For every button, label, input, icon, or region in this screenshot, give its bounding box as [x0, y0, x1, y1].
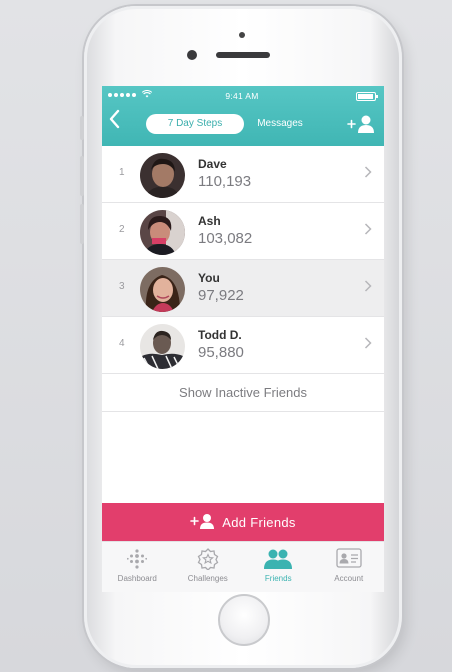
bottom-tab-bar: Dashboard Challenges Friends Account [102, 541, 384, 592]
friend-name: Dave [198, 157, 227, 171]
rank-number: 1 [119, 167, 125, 178]
tab-label: Account [334, 574, 364, 583]
add-person-icon [190, 513, 216, 532]
tab-messages[interactable]: Messages [244, 114, 316, 134]
tab-dashboard[interactable]: Dashboard [102, 542, 173, 592]
tab-label: Friends [264, 574, 292, 583]
battery-icon [356, 92, 378, 101]
challenges-badge-icon [197, 548, 219, 575]
friend-name: Ash [198, 214, 221, 228]
chevron-right-icon [364, 222, 372, 238]
friend-steps: 103,082 [198, 230, 253, 247]
chevron-right-icon [364, 336, 372, 352]
friend-steps: 110,193 [198, 173, 252, 190]
add-friend-header-icon[interactable] [346, 113, 376, 135]
friend-row-ash[interactable]: 2 Ash 103,082 [102, 203, 384, 260]
add-friends-button[interactable]: Add Friends [102, 503, 384, 541]
dashboard-dots-icon [127, 548, 148, 575]
app-header: 9:41 AM 7 Day Steps Messages [102, 86, 384, 146]
volume-up-button [80, 156, 84, 196]
friend-steps: 97,922 [198, 287, 244, 304]
status-time: 9:41 AM [225, 91, 259, 101]
home-button[interactable] [218, 594, 270, 646]
rank-number: 2 [119, 224, 125, 235]
friend-row-you[interactable]: 3 You 97,922 [102, 260, 384, 317]
friends-leaderboard: 1 Dave 110,193 2 Ash 103,082 3 You 97,92… [102, 146, 384, 374]
rank-number: 4 [119, 338, 125, 349]
status-bar: 9:41 AM [108, 90, 378, 103]
proximity-sensor [187, 50, 197, 60]
avatar [140, 210, 185, 255]
tab-label: Challenges [187, 574, 228, 583]
tab-label: Dashboard [117, 574, 157, 583]
account-card-icon [336, 548, 362, 573]
segmented-control: 7 Day Steps Messages [146, 114, 316, 134]
friend-row-dave[interactable]: 1 Dave 110,193 [102, 146, 384, 203]
rank-number: 3 [119, 281, 125, 292]
tab-account[interactable]: Account [314, 542, 385, 592]
show-inactive-friends-button[interactable]: Show Inactive Friends [102, 374, 384, 412]
tab-7-day-steps[interactable]: 7 Day Steps [146, 114, 244, 134]
avatar [140, 324, 185, 369]
tab-friends[interactable]: Friends [243, 542, 314, 592]
app-screen: 9:41 AM 7 Day Steps Messages 1 Dave 110,… [102, 86, 384, 592]
add-friends-label: Add Friends [222, 514, 296, 530]
friend-row-todd[interactable]: 4 Todd D. 95,880 [102, 317, 384, 374]
earpiece-speaker [216, 52, 270, 58]
avatar [140, 267, 185, 312]
volume-down-button [80, 204, 84, 244]
back-chevron-icon[interactable] [108, 109, 128, 133]
friend-steps: 95,880 [198, 344, 244, 361]
front-camera [239, 32, 245, 38]
mute-switch [80, 116, 84, 140]
chevron-right-icon [364, 279, 372, 295]
friends-icon [263, 548, 293, 575]
friend-name: Todd D. [198, 328, 242, 342]
avatar [140, 153, 185, 198]
tab-challenges[interactable]: Challenges [173, 542, 244, 592]
friend-name: You [198, 271, 220, 285]
chevron-right-icon [364, 165, 372, 181]
